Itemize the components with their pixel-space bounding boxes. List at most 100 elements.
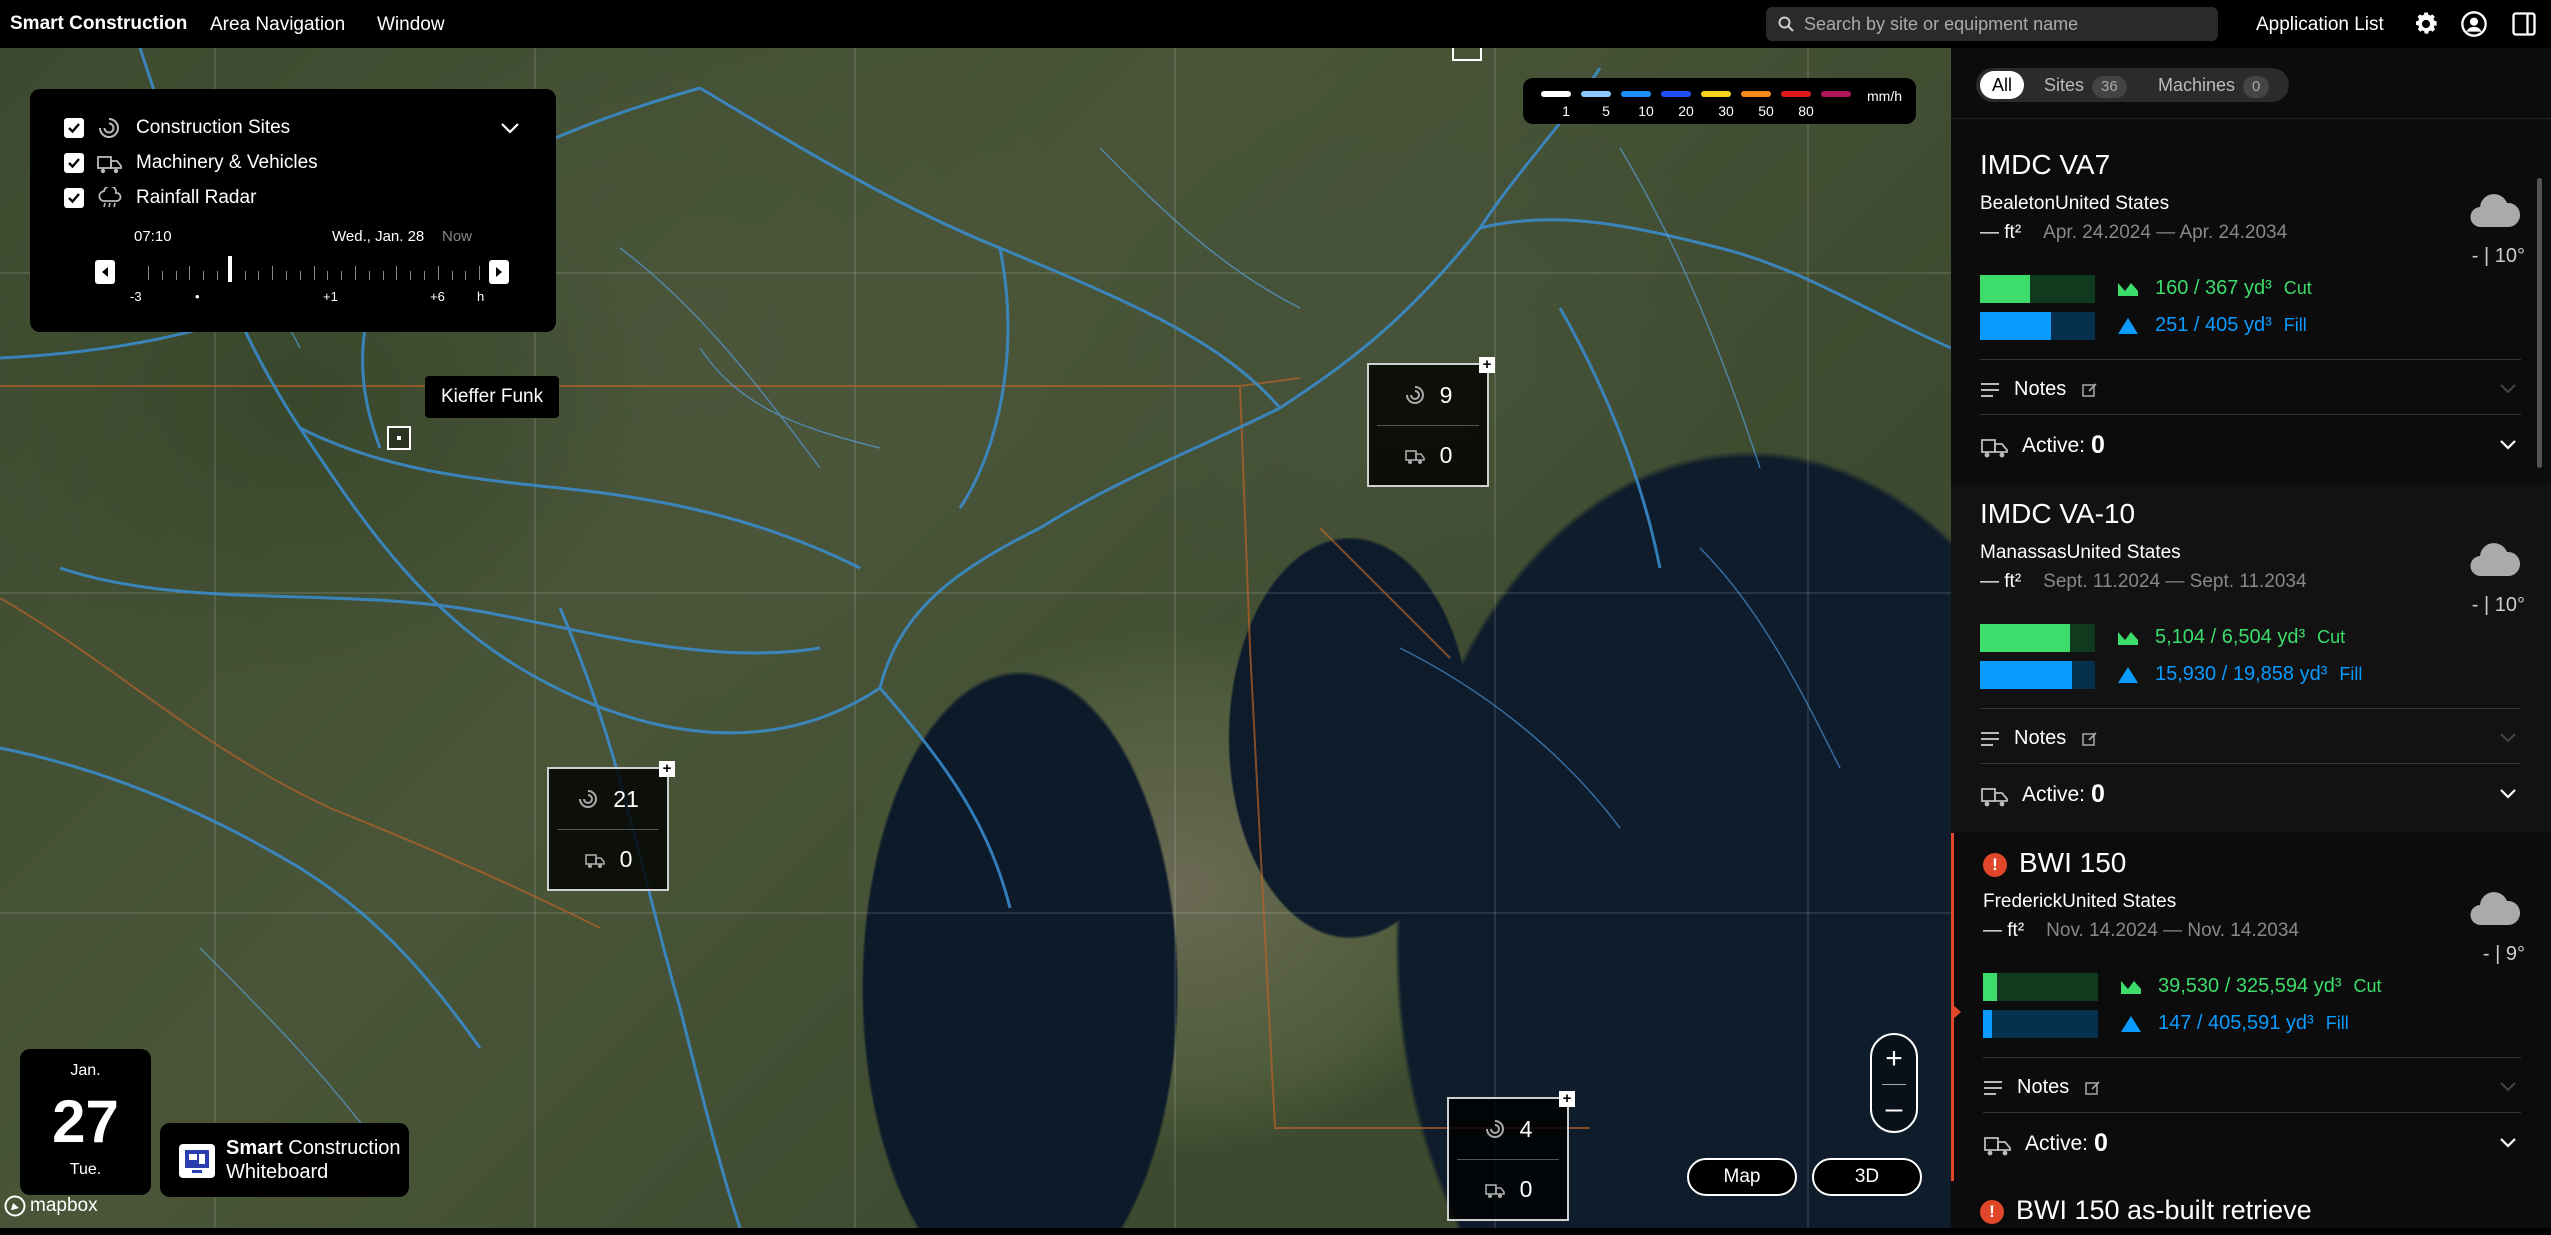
- layer-construction-sites[interactable]: Construction Sites: [64, 116, 290, 140]
- site-card[interactable]: IMDC VA-10 ManassasUnited States — ft² Sept…: [1951, 484, 2551, 832]
- timeline-prev-button[interactable]: [95, 260, 115, 284]
- 3d-mode-button[interactable]: 3D: [1812, 1158, 1922, 1196]
- chevron-down-icon[interactable]: [2499, 732, 2517, 744]
- notes-section[interactable]: Notes: [1983, 1076, 2101, 1099]
- mapbox-attribution[interactable]: mapbox: [4, 1195, 98, 1217]
- date-day: 27: [52, 1088, 119, 1155]
- active-machines[interactable]: Active: 0: [1980, 780, 2105, 809]
- active-machines[interactable]: Active: 0: [1980, 431, 2105, 460]
- timeline-tick: [258, 271, 260, 280]
- timeline-next-button[interactable]: [489, 260, 509, 284]
- edit-icon[interactable]: [2085, 1080, 2101, 1096]
- zoom-out-button[interactable]: –: [1872, 1085, 1916, 1133]
- gear-icon[interactable]: [2412, 10, 2440, 38]
- timeline-tick-label: •: [195, 289, 200, 304]
- timeline-tick: [313, 266, 315, 280]
- site-card[interactable]: IMDC VA7 BealetonUnited States — ft² Apr. 2…: [1951, 135, 2551, 483]
- active-machines[interactable]: Active: 0: [1983, 1129, 2108, 1158]
- brand-title[interactable]: Smart Construction: [10, 13, 187, 35]
- chevron-down-icon[interactable]: [2499, 1137, 2517, 1149]
- layer-machinery[interactable]: Machinery & Vehicles: [64, 151, 318, 175]
- filter-count: 0: [2243, 76, 2270, 98]
- nav-window[interactable]: Window: [377, 14, 445, 36]
- layer-rainfall-radar[interactable]: Rainfall Radar: [64, 186, 256, 210]
- legend-color-swatch: [1661, 91, 1691, 97]
- site-card-title[interactable]: ! BWI 150 as-built retrieve: [1980, 1195, 2312, 1226]
- timeline-tick: [175, 271, 177, 280]
- legend-label: 80: [1798, 103, 1814, 119]
- legend-label: 50: [1758, 103, 1774, 119]
- timeline-time: 07:10: [134, 228, 172, 245]
- timeline-tick: [355, 266, 356, 280]
- cut-progress-bar: [1980, 624, 2095, 652]
- chevron-down-icon[interactable]: [2499, 788, 2517, 800]
- legend-color-swatch: [1741, 91, 1771, 97]
- site-card-title[interactable]: IMDC VA7: [1980, 149, 2110, 181]
- timeline-tick: [437, 266, 439, 280]
- zoom-in-button[interactable]: +: [1872, 1035, 1916, 1083]
- checkbox[interactable]: [64, 153, 84, 173]
- legend-color-swatch: [1821, 91, 1851, 97]
- search-input[interactable]: [1804, 13, 2204, 35]
- warning-icon: !: [1980, 1199, 2004, 1224]
- chevron-down-icon[interactable]: [2499, 383, 2517, 395]
- cluster-machine-count: 0: [1439, 441, 1453, 468]
- cut-icon: [2118, 631, 2138, 645]
- site-marker[interactable]: [387, 426, 411, 450]
- site-card[interactable]: ! BWI 150 FrederickUnited States — ft² Nov. …: [1951, 833, 2551, 1181]
- site-card-title[interactable]: IMDC VA-10: [1980, 498, 2135, 530]
- checkbox[interactable]: [64, 118, 84, 138]
- timeline-tick: [189, 266, 191, 280]
- whiteboard-button[interactable]: Smart Construction Whiteboard: [160, 1123, 409, 1197]
- date-weekday: Tue.: [69, 1161, 102, 1178]
- timeline-tick: [203, 271, 205, 280]
- cut-icon: [2118, 282, 2138, 296]
- timeline-tick: [451, 271, 453, 280]
- timeline-tick-label: h: [477, 289, 485, 304]
- filter-count: 36: [2092, 76, 2127, 98]
- timeline-tick: [410, 271, 412, 280]
- cut-volume: 160 / 367 yd³ Cut: [2117, 277, 2312, 300]
- timeline-now[interactable]: Now: [442, 228, 472, 245]
- edit-icon[interactable]: [2082, 731, 2098, 747]
- panel-toggle-icon[interactable]: [2510, 10, 2538, 38]
- timeline-handle[interactable]: [228, 256, 232, 282]
- map-mode-button[interactable]: Map: [1687, 1158, 1797, 1196]
- fill-icon: [2118, 317, 2138, 334]
- filter-all[interactable]: All: [1980, 71, 2024, 99]
- site-card-title[interactable]: ! BWI 150: [1983, 847, 2126, 879]
- timeline-tick: [341, 271, 343, 280]
- filter-machines[interactable]: Machines 0: [2158, 71, 2270, 99]
- fill-icon: [2118, 666, 2138, 683]
- date-widget: Jan. 27 Tue.: [20, 1049, 151, 1195]
- notes-section[interactable]: Notes: [1980, 378, 2098, 401]
- edit-icon[interactable]: [2082, 382, 2098, 398]
- rainfall-legend: 1 5 10 20 30 50 80 mm/h: [1523, 78, 1916, 124]
- chevron-down-icon[interactable]: [2499, 439, 2517, 451]
- site-cluster[interactable]: + 4 0: [1447, 1091, 1575, 1221]
- chevron-down-icon[interactable]: [2499, 1081, 2517, 1093]
- site-cluster[interactable]: + 21 0: [547, 761, 675, 891]
- scrollbar-thumb[interactable]: [2537, 178, 2542, 468]
- nav-area-navigation[interactable]: Area Navigation: [210, 14, 345, 36]
- checkbox[interactable]: [64, 188, 84, 208]
- notes-list-icon: [1981, 731, 1999, 746]
- site-location: BealetonUnited States: [1980, 193, 2170, 214]
- timeline-tick: [272, 266, 274, 280]
- site-cluster[interactable]: + 9 0: [1367, 357, 1495, 487]
- fill-volume: 251 / 405 yd³ Fill: [2117, 314, 2307, 337]
- chevron-down-icon[interactable]: [500, 121, 520, 135]
- notes-section[interactable]: Notes: [1980, 727, 2098, 750]
- site-tooltip: Kieffer Funk: [425, 376, 560, 418]
- site-dates: Nov. 14.2024 — Nov. 14.2034: [2046, 920, 2299, 941]
- timeline-tick: [327, 271, 329, 280]
- timeline-date: Wed., Jan. 28: [332, 228, 425, 245]
- application-list-button[interactable]: Application List: [2256, 14, 2384, 36]
- user-account-icon[interactable]: [2460, 10, 2488, 38]
- filter-sites[interactable]: Sites 36: [2044, 71, 2127, 99]
- layer-label: Machinery & Vehicles: [136, 152, 318, 173]
- legend-unit: mm/h: [1867, 88, 1902, 104]
- legend-color-swatch: [1581, 91, 1611, 97]
- legend-label: 1: [1562, 103, 1570, 119]
- timeline-slider[interactable]: [148, 256, 508, 282]
